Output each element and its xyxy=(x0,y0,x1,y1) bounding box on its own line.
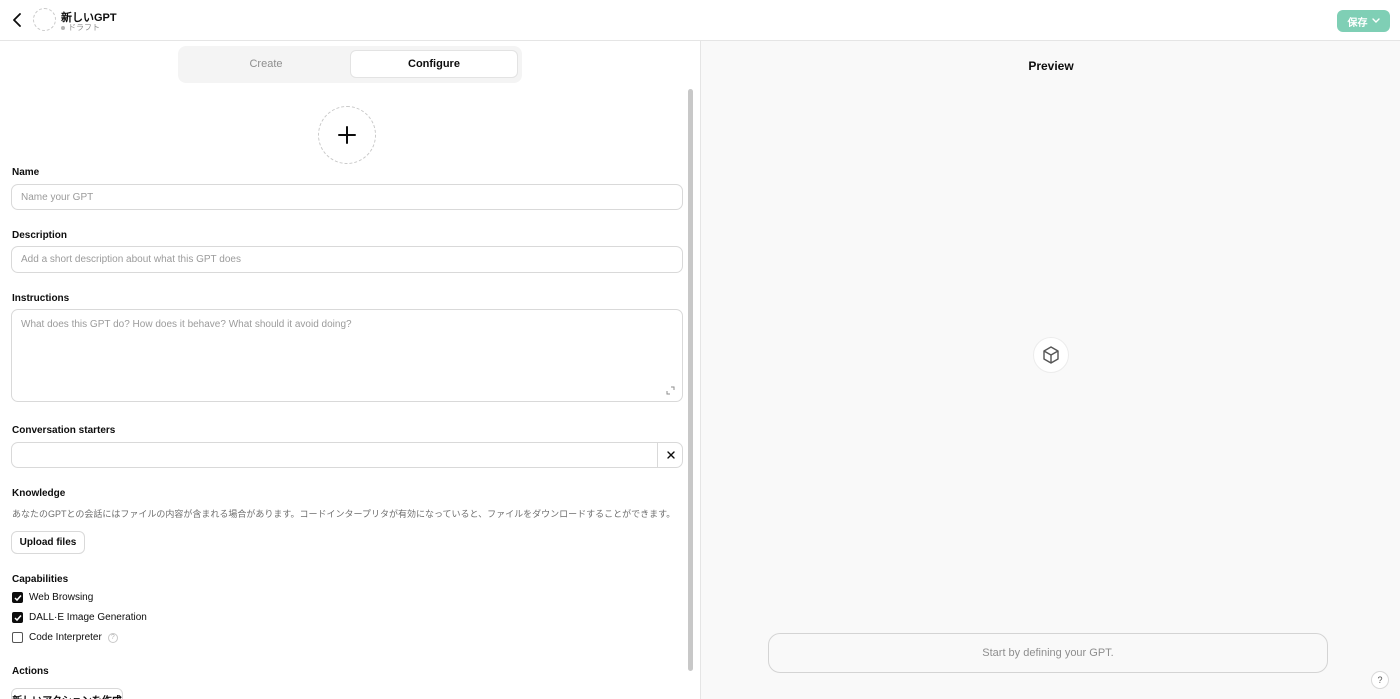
gpt-preview-avatar xyxy=(1033,337,1069,373)
description-field[interactable]: Add a short description about what this … xyxy=(11,246,683,273)
name-label: Name xyxy=(12,167,40,178)
web-browsing-label: Web Browsing xyxy=(29,592,94,603)
capability-dalle[interactable]: DALL·E Image Generation xyxy=(12,612,147,623)
conversation-starter-input[interactable] xyxy=(12,443,657,467)
mode-tabs: Create Configure xyxy=(178,46,522,83)
preview-message-input[interactable]: Start by defining your GPT. xyxy=(768,633,1328,673)
avatar-upload-button[interactable] xyxy=(318,106,376,164)
back-button[interactable] xyxy=(8,10,28,30)
status-dot xyxy=(61,25,65,30)
close-icon xyxy=(666,451,675,459)
status-label: ドラフト xyxy=(68,23,100,32)
knowledge-label: Knowledge xyxy=(12,488,66,499)
chevron-down-icon xyxy=(1371,18,1380,23)
instructions-label: Instructions xyxy=(12,293,70,304)
checkmark-icon xyxy=(13,614,22,621)
plus-icon xyxy=(338,126,356,144)
web-browsing-checkbox[interactable] xyxy=(12,592,23,603)
checkmark-icon xyxy=(13,594,22,601)
capabilities-label: Capabilities xyxy=(12,574,69,585)
back-icon xyxy=(13,13,21,27)
help-icon[interactable]: ? xyxy=(107,632,118,643)
instructions-placeholder: What does this GPT do? How does it behav… xyxy=(21,319,352,330)
code-interpreter-label: Code Interpreter xyxy=(29,632,102,643)
tab-create[interactable]: Create xyxy=(182,50,350,78)
conversation-starter-row xyxy=(11,442,683,468)
code-interpreter-checkbox[interactable] xyxy=(12,632,23,643)
tab-configure[interactable]: Configure xyxy=(350,50,518,78)
actions-label: Actions xyxy=(12,666,49,677)
expand-icon[interactable] xyxy=(666,386,675,395)
dalle-checkbox[interactable] xyxy=(12,612,23,623)
top-bar: 新しいGPT ドラフト 保存 xyxy=(0,0,1400,41)
create-action-button[interactable]: 新しいアクションを作成 xyxy=(11,688,123,699)
draft-status: ドラフト xyxy=(61,22,100,33)
knowledge-description: あなたのGPTとの会話にはファイルの内容が含まれる場合があります。コードインター… xyxy=(12,509,676,519)
conversation-starters-label: Conversation starters xyxy=(12,425,116,436)
instructions-field[interactable]: What does this GPT do? How does it behav… xyxy=(11,309,683,402)
configure-panel: Create Configure Name Name your GPT Desc… xyxy=(0,41,700,699)
preview-title: Preview xyxy=(1028,59,1074,73)
remove-starter-button[interactable] xyxy=(657,443,683,467)
scrollbar[interactable] xyxy=(688,89,693,671)
save-button[interactable]: 保存 xyxy=(1337,10,1390,32)
upload-files-button[interactable]: Upload files xyxy=(11,531,85,554)
description-label: Description xyxy=(12,230,68,241)
cube-icon xyxy=(1043,346,1059,364)
preview-panel: Preview Start by defining your GPT. ? xyxy=(700,41,1400,699)
save-label: 保存 xyxy=(1347,17,1368,29)
capability-web-browsing[interactable]: Web Browsing xyxy=(12,592,93,603)
help-button[interactable]: ? xyxy=(1371,671,1389,689)
dalle-label: DALL·E Image Generation xyxy=(29,612,147,623)
gpt-avatar xyxy=(33,8,56,31)
name-field[interactable]: Name your GPT xyxy=(11,184,683,210)
capability-code-interpreter[interactable]: Code Interpreter ? xyxy=(12,632,118,643)
